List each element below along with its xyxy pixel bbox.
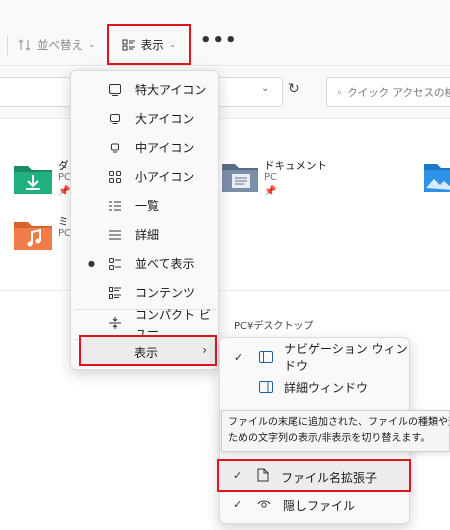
chevron-right-icon: › — [202, 343, 207, 357]
menu-item-label: 大アイコン — [135, 112, 195, 126]
menu-item-label: 並べて表示 — [135, 257, 195, 271]
content-icon — [107, 285, 123, 301]
check-icon: ✓ — [233, 498, 243, 511]
menu-item-extra-large-icons[interactable]: 特大アイコン — [71, 75, 218, 104]
check-icon: ✓ — [234, 350, 244, 364]
menu-item-label: 小アイコン — [135, 170, 195, 184]
monitor-small-icon — [107, 140, 123, 156]
pin-icon: 📌 — [264, 186, 277, 197]
menu-item-content[interactable]: コンテンツ — [71, 278, 218, 307]
tooltip-line: ための文字列の表示/非表示を切り替えます。 — [228, 433, 431, 444]
music-folder-icon — [14, 222, 52, 250]
submenu-item-label: ナビゲーション ウィンドウ — [284, 342, 408, 373]
file-icon — [257, 468, 269, 485]
selected-bullet-icon: ● — [88, 259, 95, 268]
chevron-down-icon: ⌄ — [88, 40, 96, 50]
pin-icon: 📌 — [58, 186, 71, 197]
folder-name: ミ — [58, 216, 69, 228]
show-menu-label: 表示 — [134, 346, 159, 360]
monitor-icon — [107, 82, 123, 98]
menu-item-label: 特大アイコン — [135, 83, 207, 97]
folder-location: PC — [264, 172, 278, 183]
folder-tile-music[interactable] — [12, 216, 54, 255]
submenu-item-navigation-pane[interactable]: ✓ ナビゲーション ウィンドウ — [220, 342, 409, 373]
monitor-icon — [107, 111, 123, 127]
menu-item-label: 一覧 — [135, 199, 160, 213]
menu-item-label: コンテンツ — [135, 286, 196, 300]
tiles-icon — [107, 256, 123, 272]
view-dropdown-menu: 特大アイコン 大アイコン 中アイコン 小アイコン 一覧 詳細 ● 並べて表示 コ… — [70, 70, 219, 370]
tooltip: ファイルの末尾に追加された、ファイルの種類や形式を ための文字列の表示/非表示を… — [221, 410, 450, 452]
view-label: 表示 — [140, 37, 164, 52]
view-button[interactable]: 表示 ⌄ — [107, 24, 191, 65]
submenu-item-label: 隠しファイル — [283, 499, 356, 513]
folder-name: ダ — [58, 160, 69, 172]
submenu-item-label: 詳細ウィンドウ — [284, 380, 369, 395]
download-folder-icon — [14, 166, 52, 194]
recent-file-path: PC¥デスクトップ — [234, 321, 314, 332]
search-input[interactable]: クイック アクセスの検 — [326, 77, 450, 107]
submenu-item-file-extensions[interactable]: ✓ ファイル名拡張子 — [217, 459, 411, 492]
submenu-item-details-pane[interactable]: 詳細ウィンドウ — [220, 372, 409, 402]
sort-icon — [18, 39, 31, 51]
list-icon — [107, 198, 123, 214]
menu-item-large-icons[interactable]: 大アイコン — [71, 104, 218, 133]
command-bar: 並べ替え ⌄ 表示 ⌄ ••• — [0, 0, 450, 66]
folder-name: ドキュメント — [264, 160, 327, 172]
eye-icon — [257, 498, 271, 513]
menu-item-compact-view[interactable]: コンパクト ビュー — [71, 308, 218, 339]
menu-item-tiles[interactable]: ● 並べて表示 — [71, 249, 218, 278]
grid-icon — [107, 169, 123, 185]
show-menu-item[interactable]: 表示 › — [79, 335, 217, 366]
search-icon — [337, 90, 341, 94]
section-divider — [0, 290, 450, 291]
submenu-item-label: ファイル名拡張子 — [281, 471, 378, 485]
menu-item-label: 詳細 — [135, 228, 160, 242]
details-pane-icon — [258, 379, 274, 395]
refresh-icon[interactable]: ↻ — [288, 81, 300, 97]
menu-item-list[interactable]: 一覧 — [71, 191, 218, 220]
folder-tile-downloads[interactable] — [12, 160, 54, 199]
sort-label: 並べ替え — [37, 38, 83, 52]
search-placeholder: クイック アクセスの検 — [347, 86, 450, 99]
pictures-folder-icon — [424, 164, 450, 192]
menu-item-medium-icons[interactable]: 中アイコン — [71, 133, 218, 162]
menu-item-details[interactable]: 詳細 — [71, 220, 218, 249]
tooltip-line: ファイルの末尾に追加された、ファイルの種類や形式を — [228, 417, 449, 428]
sort-button[interactable]: 並べ替え ⌄ — [18, 34, 96, 56]
submenu-item-hidden-files[interactable]: ✓ 隠しファイル — [219, 492, 410, 520]
check-icon: ✓ — [233, 469, 243, 482]
compact-view-icon — [107, 315, 123, 331]
tiles-icon — [122, 39, 135, 50]
menu-item-label: 中アイコン — [135, 141, 195, 155]
toolbar-separator — [7, 35, 8, 55]
folder-tile-pictures[interactable] — [424, 160, 450, 197]
documents-folder-icon — [222, 164, 258, 192]
folder-tile-documents[interactable] — [220, 160, 260, 197]
details-icon — [107, 227, 123, 243]
more-options-button[interactable]: ••• — [200, 30, 238, 51]
address-row: ⌄ ↻ クイック アクセスの検 — [0, 67, 450, 119]
chevron-down-icon: ⌄ — [168, 39, 177, 50]
nav-pane-icon — [258, 349, 274, 365]
menu-item-small-icons[interactable]: 小アイコン — [71, 162, 218, 191]
chevron-down-icon[interactable]: ⌄ — [261, 83, 269, 94]
